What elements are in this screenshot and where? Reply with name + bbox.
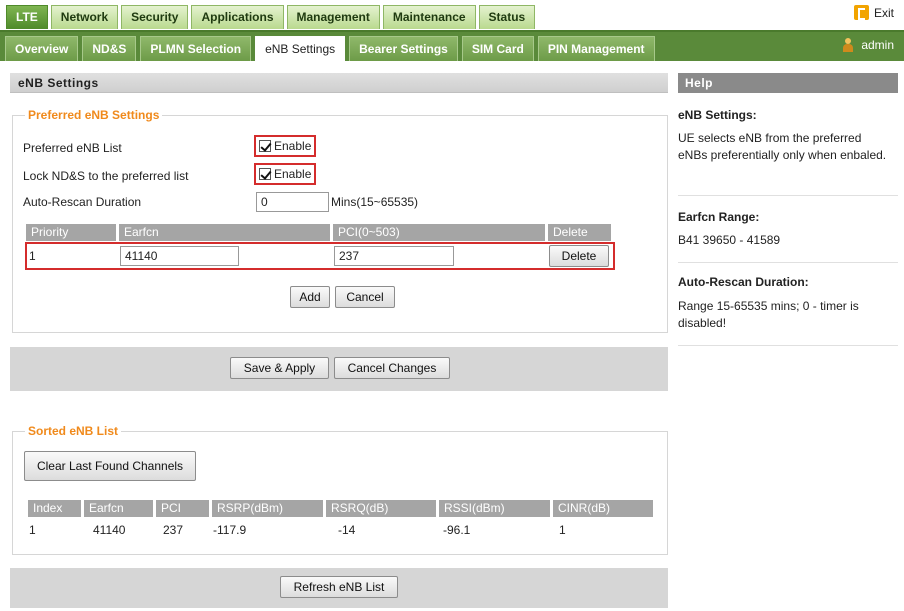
exit-label: Exit xyxy=(873,5,894,20)
column-rsrq: RSRQ(dB) xyxy=(326,500,436,517)
subtab-sim-card[interactable]: SIM Card xyxy=(461,36,534,61)
lock-nds-enable-label: Enable xyxy=(274,167,312,181)
auto-rescan-unit: Mins(15~65535) xyxy=(331,195,419,209)
help-title-auto-rescan: Auto-Rescan Duration: xyxy=(678,275,809,289)
cancel-changes-button[interactable]: Cancel Changes xyxy=(334,357,450,379)
sub-navigation: Overview ND&S PLMN Selection eNB Setting… xyxy=(0,30,904,61)
tab-network[interactable]: Network xyxy=(50,5,119,29)
subtab-pin-management[interactable]: PIN Management xyxy=(537,36,655,61)
preferred-list-label: Preferred eNB List xyxy=(23,141,122,155)
save-bar: Save & Apply Cancel Changes xyxy=(10,347,668,391)
tab-maintenance[interactable]: Maintenance xyxy=(382,5,476,29)
subtab-plmn-selection[interactable]: PLMN Selection xyxy=(140,36,252,61)
help-title-enb-settings: eNB Settings: xyxy=(678,108,757,122)
help-text-enb-settings: UE selects eNB from the preferred eNBs p… xyxy=(678,131,887,162)
column-priority: Priority xyxy=(26,224,116,241)
lock-nds-enable-checkbox[interactable]: Enable xyxy=(254,163,317,185)
help-divider xyxy=(678,195,898,196)
column-earfcn: Earfcn xyxy=(119,224,330,241)
checkbox-checked-icon xyxy=(259,168,271,180)
cell-index: 1 xyxy=(29,523,36,537)
tab-management[interactable]: Management xyxy=(286,5,380,29)
help-text-auto-rescan: Range 15-65535 mins; 0 - timer is disabl… xyxy=(678,299,859,330)
help-divider xyxy=(678,345,898,346)
subtab-nds[interactable]: ND&S xyxy=(82,36,137,61)
cell-rsrq: -14 xyxy=(338,523,356,537)
column-cinr: CINR(dB) xyxy=(553,500,653,517)
sorted-enb-list-box: Sorted eNB List Clear Last Found Channel… xyxy=(12,424,668,555)
column-rsrp: RSRP(dBm) xyxy=(212,500,323,517)
help-header: Help xyxy=(678,73,898,93)
save-apply-button[interactable]: Save & Apply xyxy=(230,357,329,379)
user-indicator: admin xyxy=(843,38,894,52)
top-tabs: LTE Network Security Applications Manage… xyxy=(6,5,538,29)
subtab-bearer-settings[interactable]: Bearer Settings xyxy=(349,36,458,61)
user-name: admin xyxy=(861,38,894,52)
column-rssi: RSSI(dBm) xyxy=(439,500,550,517)
subtab-overview[interactable]: Overview xyxy=(5,36,79,61)
column-pci: PCI(0~503) xyxy=(333,224,545,241)
exit-icon xyxy=(853,5,869,20)
preferred-enb-settings-box: Preferred eNB Settings Preferred eNB Lis… xyxy=(12,108,668,333)
cell-pci: 237 xyxy=(163,523,184,537)
tab-security[interactable]: Security xyxy=(121,5,189,29)
help-text-earfcn-range: B41 39650 - 41589 xyxy=(678,233,781,247)
preferred-list-enable-checkbox[interactable]: Enable xyxy=(254,135,317,157)
user-icon xyxy=(843,38,854,52)
earfcn-input[interactable]: 41140 xyxy=(120,246,239,266)
table-row xyxy=(25,242,615,270)
refresh-bar: Refresh eNB List xyxy=(10,568,668,608)
auto-rescan-input[interactable]: 0 xyxy=(256,192,329,212)
clear-last-found-channels-button[interactable]: Clear Last Found Channels xyxy=(24,451,196,481)
add-button[interactable]: Add xyxy=(290,286,330,308)
page-title: eNB Settings xyxy=(10,73,668,93)
cell-rssi: -96.1 xyxy=(443,523,471,537)
help-title-earfcn-range: Earfcn Range: xyxy=(678,210,760,224)
tab-applications[interactable]: Applications xyxy=(191,5,284,29)
exit-button[interactable]: Exit xyxy=(853,5,894,20)
sorted-enb-legend: Sorted eNB List xyxy=(25,424,122,438)
column-delete: Delete xyxy=(548,224,611,241)
cancel-button[interactable]: Cancel xyxy=(335,286,395,308)
lock-nds-label: Lock ND&S to the preferred list xyxy=(23,169,189,183)
column-index: Index xyxy=(28,500,81,517)
pci-input[interactable]: 237 xyxy=(334,246,454,266)
top-navigation: LTE Network Security Applications Manage… xyxy=(0,0,904,30)
refresh-enb-list-button[interactable]: Refresh eNB List xyxy=(280,576,398,598)
checkbox-checked-icon xyxy=(259,140,271,152)
auto-rescan-label: Auto-Rescan Duration xyxy=(23,195,142,209)
cell-earfcn: 41140 xyxy=(93,523,126,537)
cell-cinr: 1 xyxy=(559,523,566,537)
cell-rsrp: -117.9 xyxy=(213,523,247,537)
column-earfcn: Earfcn xyxy=(84,500,153,517)
tab-status[interactable]: Status xyxy=(478,5,536,29)
preferred-list-enable-label: Enable xyxy=(274,139,312,153)
help-divider xyxy=(678,262,898,263)
subtab-enb-settings[interactable]: eNB Settings xyxy=(255,36,346,61)
row-priority: 1 xyxy=(29,249,36,263)
column-pci: PCI xyxy=(156,500,209,517)
sub-tabs: Overview ND&S PLMN Selection eNB Setting… xyxy=(5,36,659,61)
preferred-enb-legend: Preferred eNB Settings xyxy=(25,108,163,122)
tab-lte[interactable]: LTE xyxy=(6,5,48,29)
delete-button[interactable]: Delete xyxy=(549,245,609,267)
